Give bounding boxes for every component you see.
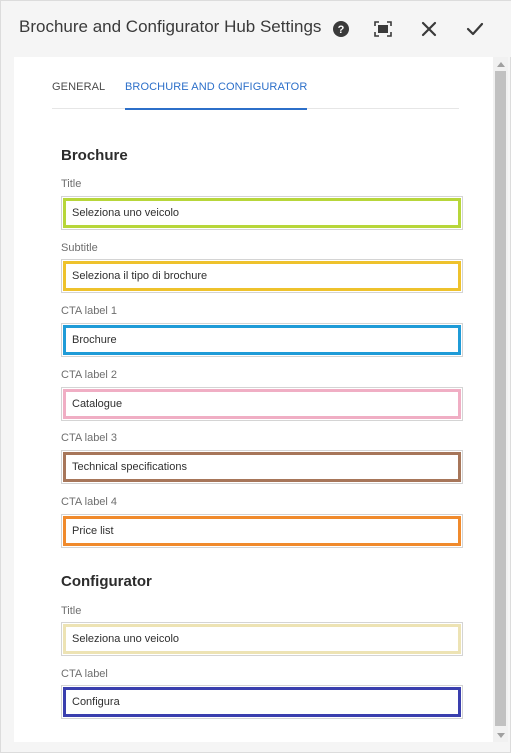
cta-label-2-label: CTA label 2	[61, 369, 118, 381]
cta-label-3-input[interactable]: Technical specifications	[63, 452, 461, 482]
cta-label-3-field[interactable]: Technical specifications	[61, 450, 463, 484]
configurator-cta-label: CTA label	[61, 668, 108, 680]
cta-label-3-label: CTA label 3	[61, 432, 118, 444]
cta-label-2-input[interactable]: Catalogue	[63, 389, 461, 419]
cta-label-4-field[interactable]: Price list	[61, 514, 463, 548]
brochure-section-title: Brochure	[61, 147, 128, 164]
dialog-body: GENERAL BROCHURE AND CONFIGURATOR Brochu…	[14, 57, 493, 742]
brochure-subtitle-label: Subtitle	[61, 242, 98, 254]
close-button[interactable]	[415, 15, 443, 43]
scroll-up-icon	[496, 61, 505, 67]
configurator-cta-field[interactable]: Configura	[61, 685, 463, 719]
scroll-down-icon	[496, 732, 505, 738]
configurator-title-label: Title	[61, 605, 82, 617]
tab-brochure-and-configurator[interactable]: BROCHURE AND CONFIGURATOR	[125, 79, 308, 110]
brochure-subtitle-input[interactable]: Seleziona il tipo di brochure	[63, 261, 461, 291]
dialog-header: Brochure and Configurator Hub Settings ?	[1, 1, 511, 57]
settings-dialog: Brochure and Configurator Hub Settings ?	[0, 0, 511, 753]
fullscreen-button[interactable]	[369, 15, 397, 43]
scroll-up-arrow[interactable]	[493, 57, 508, 71]
brochure-title-label: Title	[61, 178, 82, 190]
configurator-cta-input[interactable]: Configura	[63, 687, 461, 717]
brochure-title-field[interactable]: Seleziona uno veicolo	[61, 196, 463, 230]
cta-label-1-label: CTA label 1	[61, 305, 118, 317]
configurator-title-input[interactable]: Seleziona uno veicolo	[63, 624, 461, 654]
scroll-down-arrow[interactable]	[493, 728, 508, 742]
help-icon: ?	[333, 21, 349, 37]
cta-label-4-label: CTA label 4	[61, 496, 118, 508]
confirm-button[interactable]	[461, 15, 489, 43]
scrollbar-thumb[interactable]	[495, 71, 506, 726]
dialog-title: Brochure and Configurator Hub Settings	[19, 17, 322, 36]
cta-label-4-input[interactable]: Price list	[63, 516, 461, 546]
fullscreen-icon	[374, 21, 392, 37]
cta-label-2-field[interactable]: Catalogue	[61, 387, 463, 421]
help-button[interactable]: ?	[327, 15, 355, 43]
svg-text:?: ?	[338, 24, 345, 36]
configurator-title-field[interactable]: Seleziona uno veicolo	[61, 622, 463, 656]
brochure-subtitle-field[interactable]: Seleziona il tipo di brochure	[61, 259, 463, 293]
tab-general[interactable]: GENERAL	[52, 79, 105, 109]
configurator-section-title: Configurator	[61, 573, 152, 590]
cta-label-1-field[interactable]: Brochure	[61, 323, 463, 357]
cta-label-1-input[interactable]: Brochure	[63, 325, 461, 355]
close-icon	[421, 21, 437, 37]
brochure-title-input[interactable]: Seleziona uno veicolo	[63, 198, 461, 228]
tab-bar: GENERAL BROCHURE AND CONFIGURATOR	[52, 79, 459, 110]
checkmark-icon	[466, 22, 484, 36]
